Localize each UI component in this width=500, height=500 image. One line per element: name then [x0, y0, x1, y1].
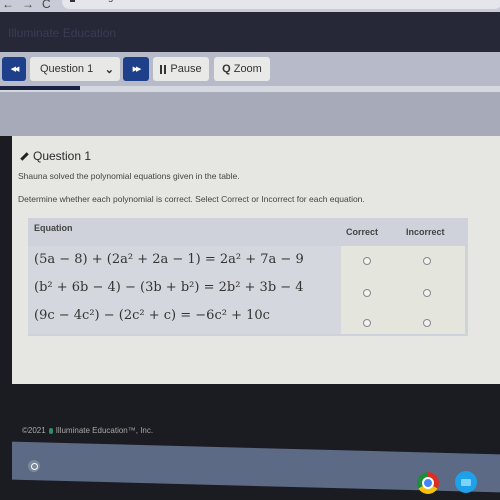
- chrome-app-icon[interactable]: [417, 472, 439, 494]
- radio-incorrect-row-1[interactable]: [423, 257, 431, 265]
- equation-column: (5a − 8) + (2a² + 2a − 1) = 2a² + 7a − 9…: [28, 246, 341, 334]
- radio-incorrect-row-2[interactable]: [423, 289, 431, 297]
- pencil-icon: [20, 151, 29, 161]
- equation-row-3: (9c − 4c²) − (2c² + c) = −6c² + 10c: [34, 308, 270, 323]
- question-intro: Shauna solved the polynomial equations g…: [18, 171, 240, 181]
- equation-row-2: (b² + 6b − 4) − (3b + b²) = 2b² + 3b − 4: [34, 280, 304, 295]
- answer-table: Equation Correct Incorrect (5a − 8) + (2…: [28, 218, 468, 336]
- pause-button[interactable]: Pause: [153, 57, 209, 81]
- radio-incorrect-row-3[interactable]: [423, 319, 431, 327]
- pause-label: Pause: [170, 63, 202, 75]
- question-panel: Question 1 Shauna solved the polynomial …: [12, 136, 500, 435]
- illuminate-logo-icon: [48, 427, 53, 434]
- double-chevron-left-icon: ◀◀: [10, 66, 20, 73]
- answer-column: [341, 246, 465, 334]
- back-arrow-icon[interactable]: ←: [2, 0, 14, 11]
- header-equation: Equation: [34, 223, 73, 233]
- lock-icon: [70, 0, 75, 2]
- radio-correct-row-3[interactable]: [363, 319, 371, 327]
- files-app-icon[interactable]: [455, 471, 477, 493]
- equation-row-1: (5a − 8) + (2a² + 2a − 1) = 2a² + 7a − 9: [34, 252, 304, 267]
- previous-question-button[interactable]: ◀◀: [2, 57, 26, 81]
- progress-fill: [0, 86, 80, 90]
- zoom-label: Zoom: [233, 63, 262, 75]
- url-text: testing.illuminated...: [84, 0, 172, 3]
- radio-correct-row-1[interactable]: [363, 257, 371, 265]
- launcher-icon: [30, 462, 38, 470]
- company-text: Illuminate Education™, Inc.: [55, 426, 154, 435]
- question-toolbar: ◀◀ Question 1 ⌄ ▶▶ Pause Q Zoom: [0, 52, 500, 86]
- zoom-button[interactable]: Q Zoom: [214, 57, 270, 81]
- reload-icon[interactable]: C: [42, 0, 51, 11]
- launcher-button[interactable]: [28, 460, 40, 472]
- question-select[interactable]: Question 1 ⌄: [30, 57, 120, 81]
- magnifier-icon: Q: [222, 63, 231, 75]
- header-incorrect: Incorrect: [406, 227, 445, 237]
- forward-arrow-icon[interactable]: →: [22, 0, 34, 11]
- address-bar[interactable]: testing.illuminated...: [62, 0, 500, 9]
- footer: ©2021 Illuminate Education™, Inc.: [22, 426, 153, 435]
- folder-icon: [461, 478, 471, 486]
- browser-toolbar: ← → C testing.illuminated...: [0, 0, 500, 12]
- next-question-button[interactable]: ▶▶: [123, 57, 149, 81]
- question-instruction: Determine whether each polynomial is cor…: [18, 194, 365, 204]
- question-title: Question 1: [33, 149, 92, 163]
- chrome-center: [422, 477, 434, 489]
- chevron-down-icon: ⌄: [104, 63, 114, 76]
- double-chevron-right-icon: ▶▶: [132, 66, 142, 73]
- copyright-text: ©2021: [22, 426, 46, 435]
- radio-correct-row-2[interactable]: [363, 289, 371, 297]
- secondary-toolbar: [0, 92, 500, 136]
- header-correct: Correct: [346, 227, 379, 237]
- question-select-value: Question 1: [40, 63, 94, 75]
- app-header-title: Illuminate Education: [8, 26, 117, 40]
- pause-icon: [160, 64, 167, 74]
- question-heading: Question 1: [20, 149, 91, 163]
- app-header: Illuminate Education: [0, 12, 500, 52]
